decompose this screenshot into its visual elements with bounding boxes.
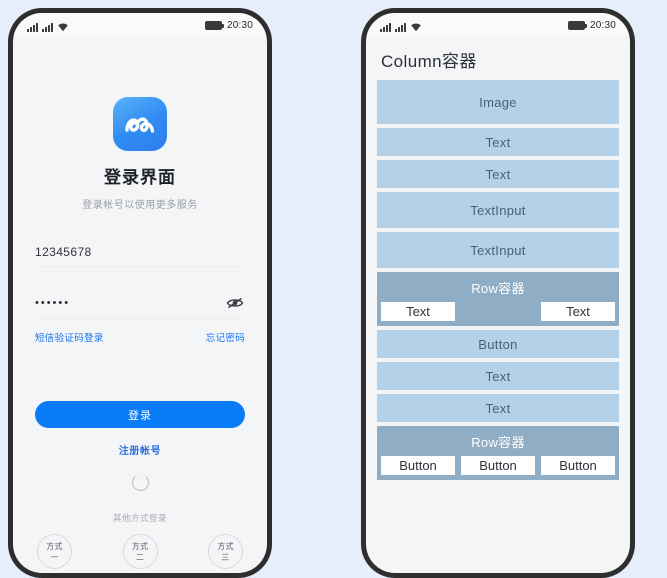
signal-bars-icon-secondary [42,22,53,32]
login-button[interactable]: 登录 [35,401,245,428]
row-container-2-items: Button Button Button [381,456,615,475]
app-logo-icon [113,97,167,151]
column-item-text-1: Text [377,128,619,156]
login-body: 登录界面 登录帐号以使用更多服务 12345678 •••••• 短信验证码登录… [13,97,267,573]
row-container-2: Row容器 Button Button Button [377,426,619,480]
row-container-1: Row容器 Text Text [377,272,619,326]
column-item-textinput-1[interactable]: TextInput [377,192,619,228]
row-container-1-items: Text Text [381,302,615,321]
phone-frame-column: 20:30 Column容器 Image Text Text TextInput… [361,8,635,578]
column-container: Image Text Text TextInput TextInput Row容… [377,80,619,480]
other-methods-label: 其他方式登录 [112,513,167,523]
password-value[interactable]: •••••• [35,297,70,309]
battery-icon [204,20,224,30]
row-cell-text-1: Text [381,302,455,321]
login-links-row: 短信验证码登录 忘记密码 [35,330,245,344]
account-field[interactable]: 12345678 [35,245,245,267]
row-cell-button-1[interactable]: Button [381,456,455,475]
row-cell-text-2: Text [541,302,615,321]
column-item-textinput-2[interactable]: TextInput [377,232,619,268]
status-bar-left-icons [27,19,69,32]
status-bar-clock: 20:30 [226,19,253,31]
login-title: 登录界面 [104,168,176,187]
column-body: Column容器 Image Text Text TextInput TextI… [366,35,630,573]
other-methods-row: 方式一 方式二 方式三 [35,534,245,569]
eye-off-icon[interactable] [225,295,245,311]
other-method-button-3[interactable]: 方式三 [208,534,243,569]
phone-frame-login: 20:30 登录界面 登录帐号以使用更多服务 12345678 •••••• 短… [8,8,272,578]
column-item-image: Image [377,80,619,124]
wifi-icon [410,22,422,32]
signal-bars-icon [27,22,38,32]
column-item-text-3: Text [377,362,619,390]
column-screen: 20:30 Column容器 Image Text Text TextInput… [366,13,630,573]
wifi-icon [57,22,69,32]
status-bar-right-icons-2: 20:30 [567,19,616,31]
row-container-1-title: Row容器 [471,281,525,296]
loading-spinner-icon [131,474,149,491]
sms-login-link[interactable]: 短信验证码登录 [35,330,104,344]
status-bar-column: 20:30 [366,13,630,35]
login-subtitle: 登录帐号以使用更多服务 [82,200,198,211]
signal-bars-icon [380,22,391,32]
status-bar-right-icons: 20:30 [204,19,253,31]
column-item-button[interactable]: Button [377,330,619,358]
other-method-button-1[interactable]: 方式一 [37,534,72,569]
battery-icon [567,20,587,30]
status-bar-login: 20:30 [13,13,267,35]
row-container-2-title: Row容器 [471,435,525,450]
row-cell-button-2[interactable]: Button [461,456,535,475]
column-page-title: Column容器 [381,52,477,71]
forgot-password-link[interactable]: 忘记密码 [206,330,245,344]
password-field[interactable]: •••••• [35,295,245,319]
signal-bars-icon-secondary [395,22,406,32]
row-cell-button-3[interactable]: Button [541,456,615,475]
status-bar-clock: 20:30 [589,19,616,31]
login-screen: 20:30 登录界面 登录帐号以使用更多服务 12345678 •••••• 短… [13,13,267,573]
other-method-button-2[interactable]: 方式二 [122,534,158,569]
account-value[interactable]: 12345678 [35,245,92,259]
column-item-text-4: Text [377,394,619,422]
register-account-link[interactable]: 注册帐号 [35,442,245,457]
column-item-text-2: Text [377,160,619,188]
status-bar-left-icons-2 [380,19,422,32]
